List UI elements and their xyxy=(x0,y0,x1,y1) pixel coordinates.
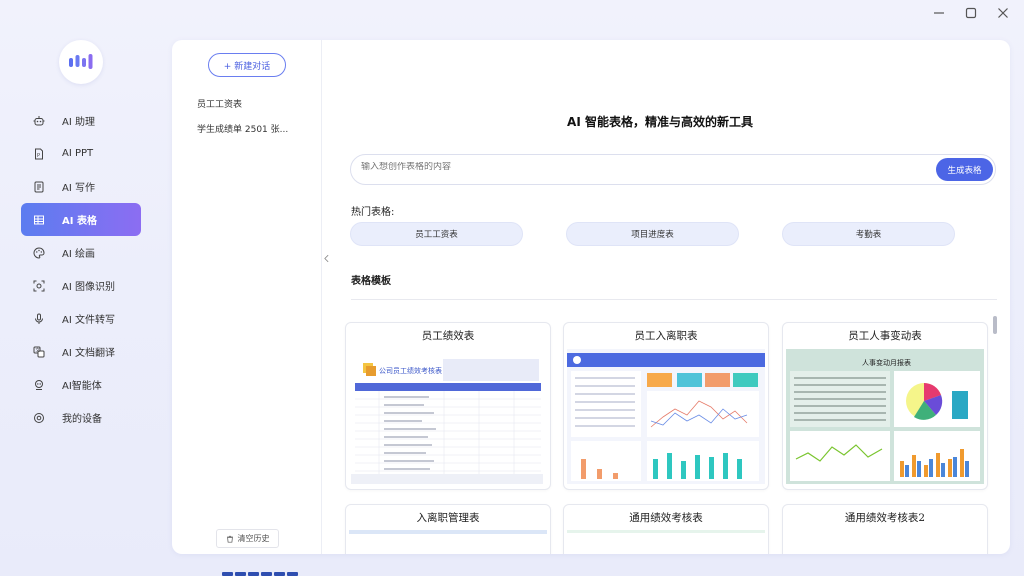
nav-label: AI PPT xyxy=(62,148,94,159)
history-item[interactable]: 员工工资表 xyxy=(197,97,242,110)
template-card[interactable]: 员工绩效表 公司员工绩效考核表 xyxy=(345,322,551,490)
transcribe-icon xyxy=(32,312,45,325)
hot-tag[interactable]: 员工工资表 xyxy=(350,222,523,246)
template-card[interactable]: 入离职管理表 xyxy=(345,504,551,554)
nav-label: AI 表格 xyxy=(62,216,97,227)
waveform-logo-icon xyxy=(69,54,93,69)
templates-title: 表格模板 xyxy=(351,276,391,287)
template-thumbnail: 公司员工绩效考核表 xyxy=(349,349,547,484)
prompt-input[interactable] xyxy=(361,162,921,172)
template-title: 员工入离职表 xyxy=(634,330,698,342)
page-headline: AI 智能表格，精准与高效的新工具 xyxy=(567,115,753,129)
table-generator-main: AI 智能表格，精准与高效的新工具 生成表格 热门表格: 员工工资表 项目进度表… xyxy=(322,40,1010,554)
app-logo[interactable] xyxy=(59,40,103,84)
agent-icon xyxy=(32,378,45,391)
taskbar-strip xyxy=(222,572,298,576)
nav-item-ai-file-transcribe[interactable]: AI 文件转写 xyxy=(21,302,141,335)
translate-icon: 文 xyxy=(32,345,45,358)
history-panel: + 新建对话 员工工资表 学生成绩单 2501 张... 清空历史 xyxy=(172,40,322,554)
divider xyxy=(351,299,997,300)
hot-tag[interactable]: 考勤表 xyxy=(782,222,955,246)
template-card[interactable]: 员工入离职表 xyxy=(563,322,769,490)
template-title: 通用绩效考核表2 xyxy=(844,512,926,524)
nav-item-ai-writing[interactable]: AI 写作 xyxy=(21,170,141,203)
nav-item-ai-agent[interactable]: AI智能体 xyxy=(21,368,141,401)
nav-label: AI智能体 xyxy=(62,381,102,392)
nav-label: AI 文件转写 xyxy=(62,315,115,326)
template-thumbnail: 人事变动月报表 xyxy=(786,349,984,484)
nav-label: 我的设备 xyxy=(62,414,102,425)
template-title: 通用绩效考核表 xyxy=(629,512,703,524)
device-icon xyxy=(32,411,45,424)
nav-label: AI 图像识别 xyxy=(62,282,115,293)
content-card: + 新建对话 员工工资表 学生成绩单 2501 张... 清空历史 AI 智能表… xyxy=(172,40,1010,554)
template-card[interactable]: 通用绩效考核表2 xyxy=(782,504,988,554)
history-item[interactable]: 学生成绩单 2501 张... xyxy=(197,122,288,135)
new-chat-button[interactable]: + 新建对话 xyxy=(208,53,286,77)
minimize-icon[interactable] xyxy=(930,4,948,22)
nav-item-ai-painting[interactable]: AI 绘画 xyxy=(21,236,141,269)
template-thumbnail xyxy=(567,349,765,484)
generate-table-button[interactable]: 生成表格 xyxy=(936,158,993,181)
maximize-icon[interactable] xyxy=(962,4,980,22)
trash-icon xyxy=(226,535,233,543)
clear-history-button[interactable]: 清空历史 xyxy=(216,529,279,548)
robot-icon xyxy=(32,114,45,127)
nav-item-ai-assistant[interactable]: AI 助理 xyxy=(21,104,141,137)
svg-text:文: 文 xyxy=(35,346,40,353)
scrollbar-thumb[interactable] xyxy=(993,316,997,334)
template-card[interactable]: 通用绩效考核表 xyxy=(563,504,769,554)
palette-icon xyxy=(32,246,45,259)
thumb-title: 公司员工绩效考核表 xyxy=(379,366,442,375)
nav-item-ai-table[interactable]: AI 表格 xyxy=(21,203,141,236)
nav-label: AI 写作 xyxy=(62,183,95,194)
template-card[interactable]: 员工人事变动表 人事变动月报表 xyxy=(782,322,988,490)
document-icon xyxy=(32,180,45,193)
nav-label: AI 绘画 xyxy=(62,249,95,260)
nav-label: AI 文档翻译 xyxy=(62,348,115,359)
hot-tables-title: 热门表格: xyxy=(351,207,395,218)
nav-label: AI 助理 xyxy=(62,117,95,128)
template-thumbnail xyxy=(567,530,765,533)
table-icon xyxy=(32,213,45,226)
close-icon[interactable] xyxy=(994,4,1012,22)
thumb-title: 人事变动月报表 xyxy=(862,358,911,367)
window-controls xyxy=(930,4,1012,22)
nav-item-ai-doc-translate[interactable]: 文 AI 文档翻译 xyxy=(21,335,141,368)
ppt-file-icon: P xyxy=(32,147,45,160)
hot-tag[interactable]: 项目进度表 xyxy=(566,222,739,246)
template-title: 入离职管理表 xyxy=(416,512,480,524)
svg-text:P: P xyxy=(37,153,40,159)
nav-item-ai-image-recognition[interactable]: AI 图像识别 xyxy=(21,269,141,302)
clear-history-label: 清空历史 xyxy=(237,534,270,543)
scan-image-icon xyxy=(32,279,45,292)
sidebar-nav: AI 助理 P AI PPT AI 写作 AI 表格 AI 绘画 AI 图像识别… xyxy=(21,104,141,434)
prompt-bar: 生成表格 xyxy=(350,154,996,185)
nav-item-ai-ppt[interactable]: P AI PPT xyxy=(21,137,141,170)
template-title: 员工人事变动表 xyxy=(848,330,922,342)
nav-item-my-devices[interactable]: 我的设备 xyxy=(21,401,141,434)
template-thumbnail xyxy=(349,530,547,534)
template-title: 员工绩效表 xyxy=(421,330,475,342)
